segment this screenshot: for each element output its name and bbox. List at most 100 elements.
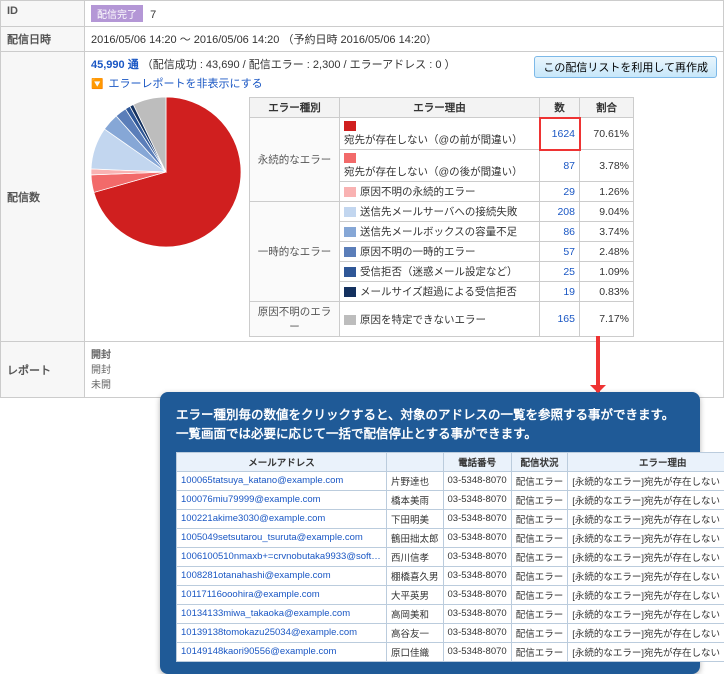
error-count-link[interactable]: 25 [540,262,580,282]
error-reason: 送信先メールサーバへの接続失敗 [340,202,540,222]
error-pct: 2.48% [580,242,634,262]
report-open-label: 開封 [91,346,717,361]
error-count-link[interactable]: 57 [540,242,580,262]
detail-reason: [永続的なエラー]宛先が存在しない（@の前が間違い） [568,490,724,509]
color-swatch-icon [344,267,356,277]
detail-tel: 03-5348-8070 [443,547,511,566]
error-pct: 3.78% [580,150,634,182]
detail-status: 配信エラー [511,490,568,509]
report-cell: 開封 開封 未開 [85,342,724,398]
detail-status: 配信エラー [511,642,568,661]
color-swatch-icon [344,187,356,197]
collapse-icon: 🔽 [91,79,103,90]
error-pct: 1.09% [580,262,634,282]
count-cell: 45,990 通 （配信成功 : 43,690 / 配信エラー : 2,300 … [85,52,724,342]
detail-name: 片野達也 [387,471,444,490]
detail-email-link[interactable]: 10139138tomokazu25034@example.com [177,623,387,642]
total-detail: （配信成功 : 43,690 / 配信エラー : 2,300 / エラーアドレス… [142,59,456,71]
tooltip-callout: エラー種別毎の数値をクリックすると、対象のアドレスの一覧を参照する事ができます。… [160,392,700,674]
th-count: 数 [540,98,580,118]
callout-line2: 一覧画面では必要に応じて一括で配信停止とする事ができます。 [176,427,537,441]
detail-name: 下田明美 [387,509,444,528]
detail-tel: 03-5348-8070 [443,471,511,490]
error-pct: 70.61% [580,118,634,150]
reuse-list-button[interactable]: この配信リストを利用して再作成 [534,56,717,78]
error-count-link[interactable]: 19 [540,282,580,302]
detail-status: 配信エラー [511,585,568,604]
date-cell: 2016/05/06 14:20 ～ 2016/05/06 14:20 （予約日… [85,27,724,52]
detail-email-link[interactable]: 1006100510nmaxb+=crvnobutaka9933@softban… [177,547,387,566]
error-reason: 送信先メールボックスの容量不足 [340,222,540,242]
detail-tel: 03-5348-8070 [443,604,511,623]
error-pct: 1.26% [580,182,634,202]
error-count-link[interactable]: 87 [540,150,580,182]
detail-email-link[interactable]: 100221akime3030@example.com [177,509,387,528]
detail-email-link[interactable]: 1008281otanahashi@example.com [177,566,387,585]
detail-email-link[interactable]: 100065tatsuya_katano@example.com [177,471,387,490]
th-type: エラー種別 [250,98,340,118]
detail-reason: [永続的なエラー]宛先が存在しない（@の前が間違い） [568,528,724,547]
error-count-link[interactable]: 29 [540,182,580,202]
error-reason: 宛先が存在しない（@の後が間違い） [340,150,540,182]
report-open-row: 開封 [91,361,717,376]
error-reason: 受信拒否（迷惑メール設定など） [340,262,540,282]
dth-name [387,452,444,471]
detail-email-link[interactable]: 10149148kaori90556@example.com [177,642,387,661]
error-pct: 9.04% [580,202,634,222]
error-pct: 7.17% [580,302,634,337]
detail-name: 原口佳織 [387,642,444,661]
detail-status: 配信エラー [511,509,568,528]
id-header: ID [1,1,85,27]
detail-email-link[interactable]: 1005049setsutarou_tsuruta@example.com [177,528,387,547]
id-cell: 配信完了 7 [85,1,724,27]
detail-tel: 03-5348-8070 [443,642,511,661]
color-swatch-icon [344,207,356,217]
error-pct: 3.74% [580,222,634,242]
report-header: レポート [1,342,85,398]
detail-email-link[interactable]: 10117116ooohira@example.com [177,585,387,604]
summary-table: ID 配信完了 7 配信日時 2016/05/06 14:20 ～ 2016/0… [0,0,724,398]
th-reason: エラー理由 [340,98,540,118]
error-category: 永続的なエラー [250,118,340,202]
error-count-link[interactable]: 165 [540,302,580,337]
error-category: 原因不明のエラー [250,302,340,337]
detail-name: 橋本美雨 [387,490,444,509]
detail-name: 高谷友一 [387,623,444,642]
detail-name: 高岡美和 [387,604,444,623]
error-category: 一時的なエラー [250,202,340,302]
dth-tel: 電話番号 [443,452,511,471]
detail-tel: 03-5348-8070 [443,509,511,528]
detail-name: 大平英男 [387,585,444,604]
error-reason: 原因不明の永続的エラー [340,182,540,202]
error-count-link[interactable]: 1624 [540,118,580,150]
toggle-error-report[interactable]: 🔽 エラーレポートを非表示にする [91,78,263,90]
detail-reason: [永続的なエラー]宛先が存在しない（@の前が間違い） [568,566,724,585]
error-reason: 宛先が存在しない（@の前が間違い） [340,118,540,150]
error-count-link[interactable]: 86 [540,222,580,242]
date-header: 配信日時 [1,27,85,52]
detail-status: 配信エラー [511,566,568,585]
arrow-icon [596,336,600,392]
detail-tel: 03-5348-8070 [443,623,511,642]
detail-reason: [永続的なエラー]宛先が存在しない（@の前が間違い） [568,471,724,490]
error-count-link[interactable]: 208 [540,202,580,222]
detail-tel: 03-5348-8070 [443,528,511,547]
detail-email-link[interactable]: 100076miu79999@example.com [177,490,387,509]
detail-status: 配信エラー [511,547,568,566]
color-swatch-icon [344,153,356,163]
detail-name: 西川信孝 [387,547,444,566]
id-value: 7 [150,9,156,21]
error-reason: 原因不明の一時的エラー [340,242,540,262]
color-swatch-icon [344,315,356,325]
detail-name: 鶴田拙太郎 [387,528,444,547]
error-reason: 原因を特定できないエラー [340,302,540,337]
th-pct: 割合 [580,98,634,118]
dth-email: メールアドレス [177,452,387,471]
detail-reason: [永続的なエラー]宛先が存在しない（@の前が間違い） [568,585,724,604]
status-badge: 配信完了 [91,5,143,22]
detail-email-link[interactable]: 10134133miwa_takaoka@example.com [177,604,387,623]
count-header: 配信数 [1,52,85,342]
color-swatch-icon [344,247,356,257]
total-count: 45,990 通 [91,59,139,71]
error-pie-chart [91,97,241,247]
